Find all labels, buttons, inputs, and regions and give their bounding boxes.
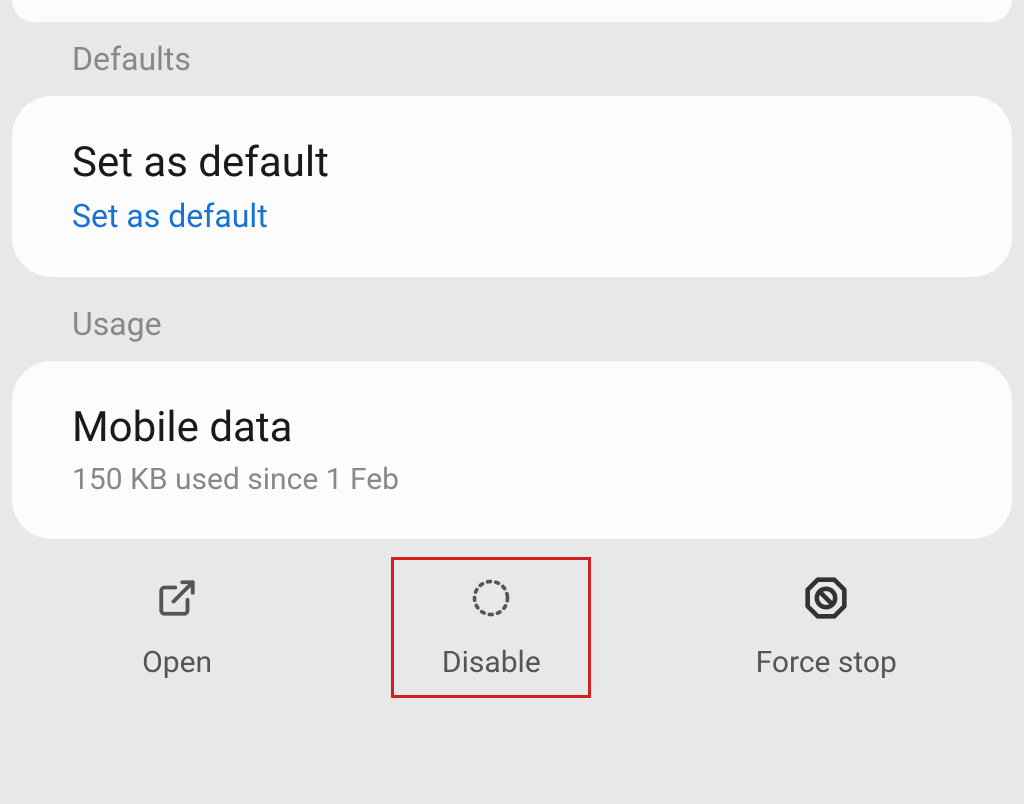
- force-stop-icon: [803, 575, 849, 621]
- set-as-default-title: Set as default: [72, 138, 952, 187]
- open-icon: [154, 575, 200, 621]
- set-as-default-subtitle: Set as default: [72, 197, 952, 235]
- mobile-data-card[interactable]: Mobile data 150 KB used since 1 Feb: [12, 361, 1012, 539]
- bottom-action-bar: Open Disable Force stop: [0, 549, 1024, 698]
- open-label: Open: [142, 645, 212, 680]
- usage-section-header: Usage: [0, 287, 1024, 361]
- set-as-default-card[interactable]: Set as default Set as default: [12, 96, 1012, 277]
- disable-button[interactable]: Disable: [391, 557, 591, 698]
- mobile-data-subtitle: 150 KB used since 1 Feb: [72, 462, 952, 497]
- defaults-section-header: Defaults: [0, 22, 1024, 96]
- open-button[interactable]: Open: [77, 557, 277, 698]
- force-stop-button[interactable]: Force stop: [706, 557, 947, 698]
- force-stop-label: Force stop: [756, 645, 897, 680]
- mobile-data-title: Mobile data: [72, 403, 952, 452]
- previous-card-edge: [12, 0, 1012, 22]
- disable-label: Disable: [442, 645, 541, 680]
- disable-icon: [468, 575, 514, 621]
